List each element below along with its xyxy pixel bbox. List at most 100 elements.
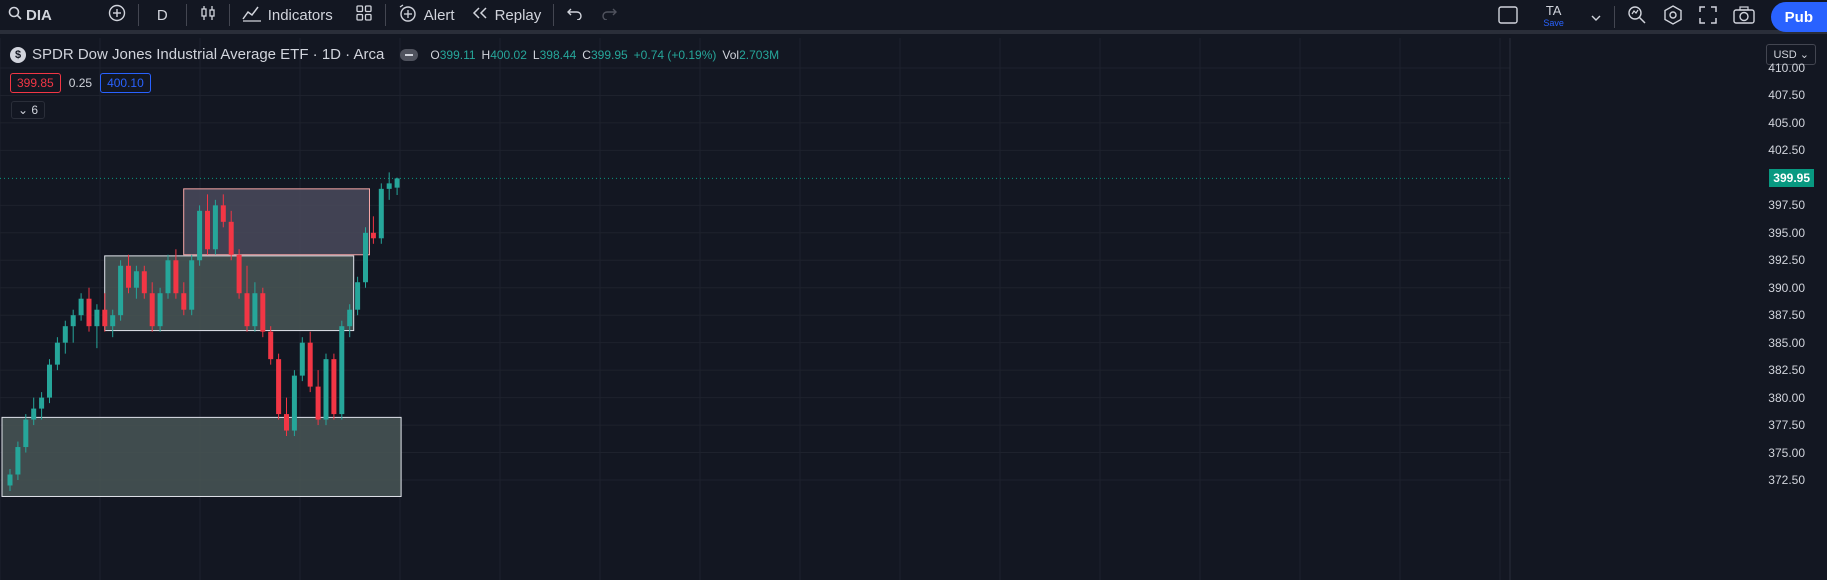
price-axis-label: 387.50 — [1768, 308, 1805, 323]
candle-body — [173, 260, 179, 294]
candle-body — [228, 221, 234, 255]
candle-body — [291, 375, 297, 431]
candle-body — [244, 293, 250, 327]
layouts-button[interactable] — [347, 0, 381, 30]
high-value: 400.02 — [490, 47, 527, 62]
chevron-down-icon: ⌄ — [18, 103, 29, 117]
layout-save-button[interactable]: TA Save — [1534, 3, 1574, 29]
price-axis-label: 410.00 — [1768, 61, 1805, 75]
open-key: O — [430, 47, 440, 62]
candle-body — [299, 342, 305, 376]
ohlc-values: O399.11 H400.02 L398.44 C399.95 +0.74 (+… — [430, 48, 779, 62]
chevron-down-icon: ⌄ — [1799, 49, 1809, 61]
layout-square-button[interactable] — [1490, 2, 1526, 32]
candle-body — [23, 419, 29, 448]
toolbar-divider — [553, 4, 555, 26]
candle-body — [284, 414, 289, 431]
symbol-label: DIA — [26, 6, 52, 24]
candle-body — [149, 293, 155, 327]
collapse-indicators-button[interactable]: ⌄ 6 — [11, 101, 46, 119]
search-icon — [8, 6, 22, 24]
price-axis-label: 390.00 — [1768, 280, 1805, 295]
interval-button[interactable]: D — [143, 0, 182, 30]
ask-price-button[interactable]: 400.10 — [100, 73, 151, 93]
chart-pane[interactable] — [0, 38, 1827, 580]
candle-body — [197, 210, 203, 261]
candle-body — [70, 315, 76, 327]
candle-body — [78, 298, 84, 316]
candle-body — [370, 232, 376, 239]
fullscreen-button[interactable] — [1691, 2, 1725, 32]
candle-body — [31, 408, 37, 420]
currency-label: USD — [1773, 49, 1797, 61]
alert-button[interactable]: Alert — [390, 0, 463, 30]
candlestick-chart[interactable] — [0, 38, 1827, 580]
bid-price-button[interactable]: 399.85 — [10, 73, 61, 93]
hide-series-icon[interactable] — [400, 48, 419, 61]
replay-button[interactable]: Replay — [463, 0, 550, 30]
symbol-search-button[interactable]: DIA — [0, 0, 60, 30]
indicators-button[interactable]: Indicators — [234, 0, 341, 30]
toolbar-divider — [228, 4, 230, 26]
settings-button[interactable] — [1655, 2, 1691, 32]
redo-button[interactable] — [592, 0, 626, 30]
candle-body — [212, 205, 218, 250]
zone-rectangle — [1, 416, 402, 497]
candle-body — [347, 309, 353, 327]
low-value: 398.44 — [539, 47, 577, 62]
candle-body — [378, 188, 384, 239]
close-value: 399.95 — [590, 47, 628, 62]
layout-name: TA — [1545, 3, 1562, 18]
candle-body — [394, 178, 400, 188]
candle-body — [118, 265, 124, 316]
zone-rectangle — [183, 188, 370, 256]
top-toolbar: DIA D Indicators Alert Replay TA Save Pu… — [0, 0, 1827, 34]
price-axis-label: 402.50 — [1768, 143, 1805, 158]
candle-body — [157, 293, 163, 327]
series-title[interactable]: SPDR Dow Jones Industrial Average ETF · … — [32, 46, 384, 63]
candle-body — [141, 271, 147, 294]
candle-body — [236, 254, 242, 294]
candle-body — [189, 260, 195, 310]
bid-ask-panel: 399.85 0.25 400.10 — [10, 73, 151, 93]
redo-icon — [600, 6, 618, 24]
layout-menu-button[interactable] — [1582, 2, 1610, 32]
compare-symbol-button[interactable] — [100, 0, 134, 30]
snapshot-button[interactable] — [1725, 2, 1763, 32]
toolbar-divider — [185, 4, 187, 26]
candle-body — [276, 359, 282, 415]
candle-body — [315, 386, 321, 420]
candle-body — [355, 282, 361, 310]
price-axis-label: 397.50 — [1768, 198, 1805, 213]
candle-body — [181, 293, 187, 310]
toolbar-divider — [1613, 6, 1615, 28]
candle-body — [39, 397, 45, 409]
series-legend: $ SPDR Dow Jones Industrial Average ETF … — [10, 46, 779, 63]
price-axis-label: 377.50 — [1768, 418, 1805, 433]
indicators-icon — [242, 4, 262, 26]
low-key: L — [532, 47, 540, 62]
candle-body — [331, 359, 337, 415]
candle-body — [54, 342, 60, 365]
candles-icon — [199, 4, 217, 26]
candle-body — [62, 326, 68, 343]
undo-button[interactable] — [558, 0, 592, 30]
candle-body — [94, 309, 100, 327]
chart-type-button[interactable] — [191, 0, 225, 30]
price-axis-label: 375.00 — [1768, 445, 1805, 460]
zoom-search-icon — [1627, 5, 1647, 29]
publish-button[interactable]: Pub — [1770, 2, 1827, 32]
high-key: H — [481, 47, 491, 62]
candle-body — [307, 342, 313, 387]
candle-body — [205, 210, 210, 250]
price-axis-label: 382.50 — [1768, 363, 1805, 378]
symbol-logo: $ — [10, 46, 26, 63]
rewind-icon — [471, 6, 489, 24]
price-axis-label: 372.50 — [1768, 473, 1805, 487]
candle-body — [110, 315, 116, 327]
spread-value: 0.25 — [68, 76, 93, 90]
candle-body — [268, 331, 274, 360]
toolbar-divider — [384, 4, 386, 26]
alarm-clock-icon — [398, 3, 418, 27]
quick-search-button[interactable] — [1619, 2, 1655, 32]
